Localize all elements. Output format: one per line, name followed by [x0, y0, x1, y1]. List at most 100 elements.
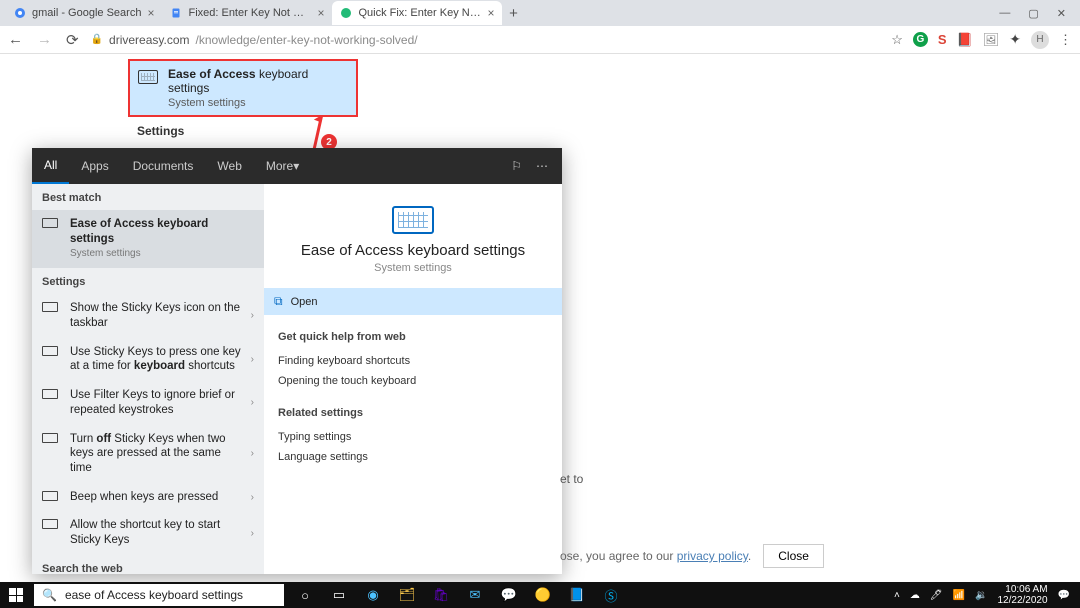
- task-view-icon[interactable]: ▭: [324, 582, 354, 608]
- nav-back-icon[interactable]: ←: [8, 31, 23, 49]
- keyboard-icon: [42, 491, 60, 504]
- profile-avatar[interactable]: H: [1031, 31, 1049, 49]
- chevron-right-icon: ›: [251, 448, 254, 459]
- search-options-icon[interactable]: ⋯: [536, 159, 548, 173]
- cookie-close-button[interactable]: Close: [763, 544, 824, 568]
- related-setting-link[interactable]: Language settings: [278, 447, 548, 467]
- clock[interactable]: 10:06 AM 12/22/2020: [997, 584, 1047, 606]
- messaging-icon[interactable]: 💬: [494, 582, 524, 608]
- browser-tab[interactable]: gmail - Google Search ×: [6, 1, 162, 25]
- extension-icon[interactable]: 🖼: [983, 32, 1000, 48]
- tray-input-icon[interactable]: 🖊: [930, 590, 943, 601]
- filter-tab-web[interactable]: Web: [205, 148, 253, 184]
- settings-result-item[interactable]: Allow the shortcut key to start Sticky K…: [32, 511, 264, 554]
- search-value: ease of Access keyboard settings: [65, 588, 243, 602]
- result-title: Turn off Sticky Keys when two keys are p…: [70, 432, 241, 476]
- chevron-right-icon: ›: [251, 492, 254, 503]
- tab-title: Quick Fix: Enter Key Not Workin: [358, 7, 481, 19]
- settings-result-item[interactable]: Use Sticky Keys to press one key at a ti…: [32, 338, 264, 381]
- settings-result-item[interactable]: Beep when keys are pressed ›: [32, 483, 264, 512]
- best-match-header: Best match: [32, 184, 264, 210]
- quick-help-header: Get quick help from web: [278, 331, 548, 343]
- bookmark-star-icon[interactable]: ☆: [891, 32, 903, 48]
- new-tab-button[interactable]: +: [502, 5, 524, 22]
- result-subtitle: System settings: [70, 248, 254, 261]
- window-minimize-icon[interactable]: —: [999, 7, 1010, 20]
- tray-volume-icon[interactable]: 🔉: [975, 590, 987, 601]
- search-detail-pane: Ease of Access keyboard settings System …: [264, 184, 562, 574]
- keyboard-icon: [138, 70, 158, 84]
- nav-forward-icon: →: [37, 31, 52, 49]
- tray-network-icon[interactable]: 📶: [953, 590, 965, 601]
- extension-icon[interactable]: 📕: [957, 32, 973, 48]
- keyboard-icon: [42, 389, 60, 402]
- keyboard-icon: [42, 519, 60, 532]
- search-filter-tabs: All Apps Documents Web More ▾ ⚐ ⋯: [32, 148, 562, 184]
- file-explorer-icon[interactable]: 🗂: [392, 582, 422, 608]
- feedback-icon[interactable]: ⚐: [511, 159, 522, 173]
- privacy-policy-link[interactable]: privacy policy: [677, 549, 748, 563]
- filter-tab-all[interactable]: All: [32, 148, 69, 184]
- search-web-header: Search the web: [32, 555, 264, 574]
- windows-taskbar: 🔍 ease of Access keyboard settings ○ ▭ ◉…: [0, 582, 1080, 608]
- chevron-right-icon: ›: [251, 354, 254, 365]
- tray-chevron-up-icon[interactable]: ˄: [894, 590, 900, 601]
- settings-result-item[interactable]: Use Filter Keys to ignore brief or repea…: [32, 381, 264, 424]
- settings-header: Settings: [32, 268, 264, 294]
- detail-title: Ease of Access keyboard settings: [278, 242, 548, 259]
- word-icon[interactable]: 📘: [562, 582, 592, 608]
- settings-result-item[interactable]: Turn off Sticky Keys when two keys are p…: [32, 425, 264, 483]
- address-bar: ← → ⟳ 🔒 drivereasy.com/knowledge/enter-k…: [0, 26, 1080, 54]
- skype-icon[interactable]: Ⓢ: [596, 582, 626, 608]
- result-title: Use Sticky Keys to press one key at a ti…: [70, 345, 241, 374]
- tab-close-icon[interactable]: ×: [487, 6, 494, 20]
- best-match-item[interactable]: Ease of Access keyboard settings System …: [32, 210, 264, 268]
- url-field[interactable]: 🔒 drivereasy.com/knowledge/enter-key-not…: [91, 33, 880, 47]
- open-button[interactable]: ⧉ Open: [264, 288, 562, 315]
- keyboard-icon: [42, 433, 60, 446]
- taskbar-search-input[interactable]: 🔍 ease of Access keyboard settings: [34, 584, 284, 606]
- filter-tab-apps[interactable]: Apps: [69, 148, 120, 184]
- keyboard-icon-large: [392, 206, 434, 234]
- keyboard-icon: [42, 346, 60, 359]
- start-button[interactable]: [0, 588, 32, 602]
- settings-result-item[interactable]: Show the Sticky Keys icon on the taskbar…: [32, 294, 264, 337]
- chevron-right-icon: ›: [251, 310, 254, 321]
- quick-help-link[interactable]: Opening the touch keyboard: [278, 371, 548, 391]
- tab-close-icon[interactable]: ×: [147, 6, 154, 20]
- related-setting-link[interactable]: Typing settings: [278, 427, 548, 447]
- extension-icon[interactable]: S: [938, 32, 947, 47]
- chrome-icon[interactable]: 🟡: [528, 582, 558, 608]
- extensions-puzzle-icon[interactable]: ✦: [1009, 31, 1021, 48]
- filter-tab-more[interactable]: More ▾: [254, 148, 311, 184]
- browser-tab-strip: gmail - Google Search × Fixed: Enter Key…: [0, 0, 1080, 26]
- keyboard-icon: [42, 302, 60, 315]
- windows-logo-icon: [9, 588, 23, 602]
- store-icon[interactable]: 🛍: [426, 582, 456, 608]
- search-results-list[interactable]: Best match Ease of Access keyboard setti…: [32, 184, 264, 574]
- tab-title: gmail - Google Search: [32, 7, 141, 19]
- url-host: drivereasy.com: [109, 33, 189, 47]
- docs-favicon-icon: [170, 7, 182, 19]
- result-title: Ease of Access keyboard settings: [70, 217, 254, 246]
- window-maximize-icon[interactable]: ▢: [1028, 7, 1038, 20]
- window-close-icon[interactable]: ✕: [1057, 7, 1066, 20]
- browser-tab[interactable]: Fixed: Enter Key Not Working O ×: [162, 1, 332, 25]
- action-center-icon[interactable]: 💬: [1058, 590, 1070, 601]
- related-settings-header: Related settings: [278, 407, 548, 419]
- cortana-icon[interactable]: ○: [290, 582, 320, 608]
- browser-tab-active[interactable]: Quick Fix: Enter Key Not Workin ×: [332, 1, 502, 25]
- nav-reload-icon[interactable]: ⟳: [66, 31, 79, 49]
- lock-icon: 🔒: [91, 34, 103, 45]
- quick-help-link[interactable]: Finding keyboard shortcuts: [278, 351, 548, 371]
- edge-icon[interactable]: ◉: [358, 582, 388, 608]
- tray-onedrive-icon[interactable]: ☁: [910, 590, 920, 601]
- mail-icon[interactable]: ✉: [460, 582, 490, 608]
- browser-menu-icon[interactable]: ⋮: [1059, 32, 1072, 48]
- extension-icon[interactable]: G: [913, 32, 928, 47]
- filter-tab-documents[interactable]: Documents: [121, 148, 206, 184]
- system-tray: ˄ ☁ 🖊 📶 🔉 10:06 AM 12/22/2020 💬: [894, 584, 1080, 606]
- tab-close-icon[interactable]: ×: [317, 6, 324, 20]
- chevron-right-icon: ›: [251, 528, 254, 539]
- chevron-right-icon: ›: [251, 397, 254, 408]
